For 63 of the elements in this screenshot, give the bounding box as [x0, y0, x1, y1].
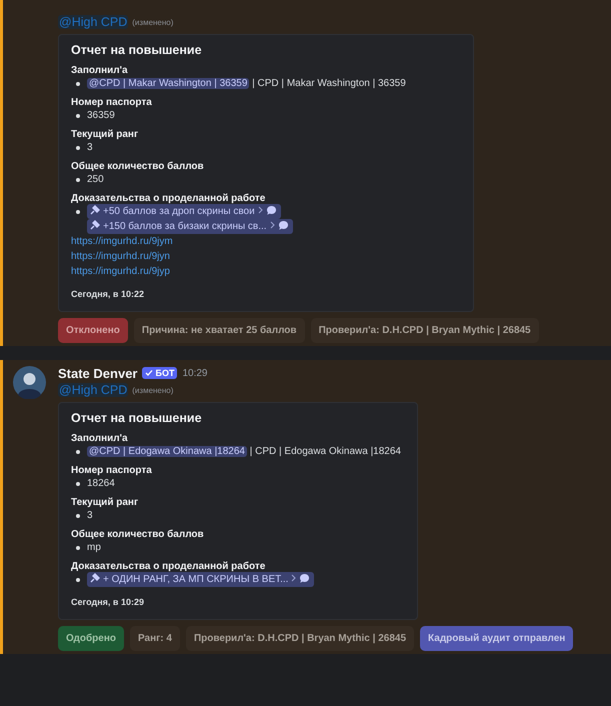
action-button[interactable]: Проверил'а: D.H.CPD | Bryan Mythic | 26845: [186, 626, 414, 651]
field-name: Заполнил'а: [71, 65, 129, 76]
timestamp: 10:29: [182, 368, 208, 378]
chat-bubble-icon: [266, 205, 277, 216]
field-name: Общее количество баллов: [71, 529, 205, 540]
embed-footer: Сегодня, в 10:22: [71, 289, 461, 299]
bullet: [76, 482, 80, 486]
link[interactable]: https://imgurhd.ru/9jyn: [71, 251, 170, 262]
avatar-icon[interactable]: [13, 366, 46, 399]
user-mention[interactable]: @CPD | Edogawa Okinawa |18264: [87, 446, 247, 457]
bullet: [76, 514, 80, 518]
field-name: Номер паспорта: [71, 465, 153, 476]
field-text: | CPD | Makar Washington | 36359: [251, 78, 406, 89]
field-name: Заполнил'а: [71, 433, 129, 444]
field-text: 18264: [87, 478, 115, 489]
badge-label: БОТ: [155, 368, 174, 378]
bullet: [76, 178, 80, 182]
field-text: 36359: [87, 110, 115, 121]
thread-icon: [89, 219, 101, 231]
chat-bubble-icon: [299, 573, 310, 584]
field-name: Текущий ранг: [71, 129, 140, 140]
field-name: Доказательства о проделанной работе: [71, 561, 266, 572]
thread-icon: [89, 204, 101, 216]
action-button[interactable]: Ранг: 4: [130, 626, 180, 651]
embed-title: Отчет на повышение: [71, 411, 203, 425]
user-mention[interactable]: @CPD | Makar Washington | 36359: [87, 78, 250, 89]
bullet: [76, 82, 80, 86]
author-name[interactable]: State Denver: [58, 366, 138, 380]
thread-link[interactable]: +50 баллов за дроп скрины свои: [87, 204, 281, 219]
edited-label: (изменено): [132, 18, 174, 26]
action-button[interactable]: Кадровый аудит отправлен: [420, 626, 574, 651]
bullet: [76, 114, 80, 118]
bullet: [76, 210, 80, 214]
thread-icon: [89, 572, 101, 584]
action-button[interactable]: Проверил'а: D.H.CPD | Bryan Mythic | 26845: [310, 318, 539, 343]
field-text: 3: [87, 510, 93, 521]
action-button[interactable]: Причина: не хватает 25 баллов: [134, 318, 305, 343]
field-name: Текущий ранг: [71, 497, 140, 508]
action-button[interactable]: Отклонено: [58, 318, 128, 343]
bullet: [76, 450, 80, 454]
field-text: 250: [87, 174, 104, 185]
thread-link[interactable]: +150 баллов за бизаки скрины св...: [87, 219, 293, 234]
chat-bubble-icon: [278, 220, 289, 231]
checkmark-icon: [145, 369, 154, 377]
bullet: [76, 546, 80, 550]
field-name: Доказательства о проделанной работе: [71, 193, 266, 204]
embed-footer: Сегодня, в 10:29: [71, 597, 405, 607]
field-text: | CPD | Edogawa Okinawa |18264: [248, 446, 401, 457]
bullet: [76, 578, 80, 582]
action-button[interactable]: Одобрено: [58, 626, 124, 651]
link[interactable]: https://imgurhd.ru/9jyp: [71, 266, 170, 277]
field-text: mp: [87, 542, 101, 553]
edited-label: (изменено): [132, 386, 174, 394]
field-name: Номер паспорта: [71, 97, 153, 108]
link[interactable]: https://imgurhd.ru/9jym: [71, 236, 173, 247]
role-mention[interactable]: @High CPD: [58, 383, 128, 397]
field-name: Общее количество баллов: [71, 161, 205, 172]
field-text: 3: [87, 142, 93, 153]
embed-title: Отчет на повышение: [71, 43, 203, 57]
thread-link[interactable]: + ОДИН РАНГ, ЗА МП СКРИНЫ В ВЕТ...: [87, 572, 314, 587]
chevron-icon: [291, 574, 296, 582]
role-mention[interactable]: @High CPD: [58, 15, 128, 29]
bullet: [76, 146, 80, 150]
